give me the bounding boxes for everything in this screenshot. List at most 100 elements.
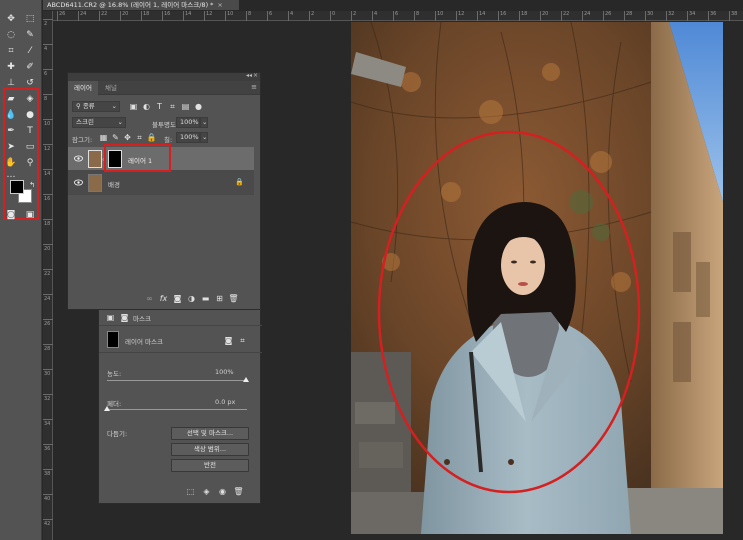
load-selection-icon[interactable]: ⬚ xyxy=(185,486,196,497)
fill-input[interactable]: 100% xyxy=(176,132,200,143)
ruler-tick: 6 xyxy=(267,11,272,21)
layer-thumbnail[interactable] xyxy=(88,174,102,192)
density-slider-handle[interactable] xyxy=(243,377,249,382)
horizontal-ruler[interactable]: 26 24 22 20 18 16 14 12 10 8 6 4 2 0 2 4 6 8 10 12 14 16 18 20 2… xyxy=(53,11,743,21)
ruler-tick-label: 24 xyxy=(44,296,51,302)
ruler-tick: 36 xyxy=(43,444,53,452)
tools-panel: ✥ ⬚ ◌ ✎ ⌗ ⁄ ✚ ✐ ⊥ ↺ ▰ ◈ 💧 ● ✒ T ➤ ▭ ✋ ⚲ … xyxy=(0,0,42,540)
tab-layers[interactable]: 레이어 xyxy=(68,81,98,95)
ruler-tick-label: 28 xyxy=(44,346,51,352)
collapse-icon[interactable]: ◂◂ xyxy=(246,72,252,79)
select-and-mask-button[interactable]: 선택 및 마스크... xyxy=(171,427,249,440)
rectangle-icon[interactable]: ▭ xyxy=(23,140,37,154)
invert-button[interactable]: 반전 xyxy=(171,459,249,472)
link-icon[interactable]: ∞ xyxy=(144,293,155,304)
lock-artboard-icon[interactable]: ⌗ xyxy=(134,132,145,143)
blur-icon[interactable]: 💧 xyxy=(4,108,18,122)
layer-row-background[interactable]: 배경 🔒 xyxy=(68,171,254,195)
marquee-icon[interactable]: ⬚ xyxy=(23,12,37,26)
paint-bucket-icon[interactable]: ◈ xyxy=(23,92,37,106)
ruler-tick: 34 xyxy=(43,419,53,427)
layer-name[interactable]: 배경 xyxy=(108,179,120,189)
path-select-icon[interactable]: ➤ xyxy=(4,140,18,154)
adjustment-filter-icon[interactable]: ◐ xyxy=(141,101,152,112)
brush-icon[interactable]: ✐ xyxy=(23,60,37,74)
eraser-icon[interactable]: ▰ xyxy=(4,92,18,106)
delete-icon[interactable]: 🗑 xyxy=(228,293,239,304)
lock-pixels-icon[interactable]: ✎ xyxy=(110,132,121,143)
ruler-tick: 8 xyxy=(43,94,53,102)
eyedropper-icon[interactable]: ⁄ xyxy=(23,44,37,58)
feather-value[interactable]: 0.0 px xyxy=(215,398,235,406)
type-filter-icon[interactable]: T xyxy=(154,101,165,112)
shape-filter-icon[interactable]: ⌗ xyxy=(167,101,178,112)
ruler-tick: 38 xyxy=(729,11,737,21)
ruler-tick-label: 26 xyxy=(605,11,612,17)
color-range-button[interactable]: 색상 범위... xyxy=(171,443,249,456)
visibility-eye-icon[interactable] xyxy=(74,155,83,162)
density-slider-track[interactable] xyxy=(107,380,247,381)
opacity-input[interactable]: 100% xyxy=(176,117,200,128)
ruler-tick-label: 0 xyxy=(332,11,336,17)
quick-select-icon[interactable]: ✎ xyxy=(23,28,37,42)
close-icon[interactable]: × xyxy=(217,1,222,9)
adjustment-icon[interactable]: ◑ xyxy=(186,293,197,304)
type-icon[interactable]: T xyxy=(23,124,37,138)
healing-icon[interactable]: ✚ xyxy=(4,60,18,74)
pixel-mask-icon[interactable]: ▣ xyxy=(105,312,116,323)
filter-toggle-icon[interactable]: ● xyxy=(193,101,204,112)
foreground-color-front[interactable] xyxy=(10,180,24,194)
pen-icon[interactable]: ✒ xyxy=(4,124,18,138)
lasso-icon[interactable]: ◌ xyxy=(4,28,18,42)
add-vector-mask-icon[interactable]: ⌗ xyxy=(237,335,248,346)
fill-chevron-icon[interactable]: ⌄ xyxy=(200,132,208,143)
photo-canvas[interactable] xyxy=(351,22,723,534)
add-pixel-mask-icon[interactable]: ◙ xyxy=(223,335,234,346)
delete-icon[interactable]: 🗑 xyxy=(233,486,244,497)
ruler-tick: 6 xyxy=(43,69,53,77)
ruler-tick-label: 12 xyxy=(458,11,465,17)
ruler-tick: 8 xyxy=(246,11,251,21)
filter-kind-select[interactable]: ⚲ 종류 ⌄ xyxy=(72,101,120,112)
feather-slider-handle[interactable] xyxy=(104,406,110,411)
feather-slider-track[interactable] xyxy=(107,409,247,410)
lock-all-icon[interactable]: 🔒 xyxy=(146,132,157,143)
close-icon[interactable]: × xyxy=(253,72,258,79)
new-layer-icon[interactable]: ⊞ xyxy=(214,293,225,304)
ruler-tick: 20 xyxy=(43,244,53,252)
lock-label: 잠그기: xyxy=(72,136,93,144)
crop-icon[interactable]: ⌗ xyxy=(4,44,18,58)
panel-menu-icon[interactable]: ≡ xyxy=(251,83,257,91)
tab-channels[interactable]: 채널 xyxy=(98,81,124,95)
vertical-ruler[interactable]: 2 4 6 8 10 12 14 16 18 20 22 24 26 28 30 32 34 36 38 40 42 xyxy=(43,11,53,540)
dodge-icon[interactable]: ● xyxy=(23,108,37,122)
zoom-icon[interactable]: ⚲ xyxy=(23,156,37,170)
apply-mask-icon[interactable]: ◈ xyxy=(201,486,212,497)
blend-mode-select[interactable]: 스크린 ⌄ xyxy=(72,117,126,128)
density-value[interactable]: 100% xyxy=(215,368,234,376)
lock-position-icon[interactable]: ✥ xyxy=(122,132,133,143)
pixel-filter-icon[interactable]: ▣ xyxy=(128,101,139,112)
screen-mode-icon[interactable]: ▣ xyxy=(23,208,37,222)
layer-thumbnail[interactable] xyxy=(88,150,102,168)
smart-object-filter-icon[interactable]: ▤ xyxy=(180,101,191,112)
visibility-eye-icon[interactable] xyxy=(74,179,83,186)
ruler-tick-label: 12 xyxy=(44,146,51,152)
document-tab[interactable]: ABCD6411.CR2 @ 16.8% (레이어 1, 레이어 마스크/8) … xyxy=(43,0,239,10)
visibility-icon[interactable]: ◉ xyxy=(217,486,228,497)
ruler-tick-label: 8 xyxy=(44,96,48,102)
lock-transparent-icon[interactable]: ▦ xyxy=(98,132,109,143)
vector-mask-icon[interactable]: ◙ xyxy=(119,312,130,323)
move-icon[interactable]: ✥ xyxy=(4,12,18,26)
search-icon: ⚲ xyxy=(76,102,83,110)
mask-mode-label: 마스크 xyxy=(133,314,151,323)
quick-mask-icon[interactable]: ◙ xyxy=(4,208,18,222)
swap-colors-icon[interactable]: ↰ xyxy=(25,178,39,192)
fx-icon[interactable]: fx xyxy=(158,293,169,304)
add-mask-icon[interactable]: ◙ xyxy=(172,293,183,304)
panel-title-bar[interactable]: ◂◂ × xyxy=(68,72,260,81)
ruler-tick: 16 xyxy=(498,11,506,21)
ruler-tick: 28 xyxy=(43,344,53,352)
opacity-chevron-icon[interactable]: ⌄ xyxy=(200,117,208,128)
group-icon[interactable]: ▬ xyxy=(200,293,211,304)
